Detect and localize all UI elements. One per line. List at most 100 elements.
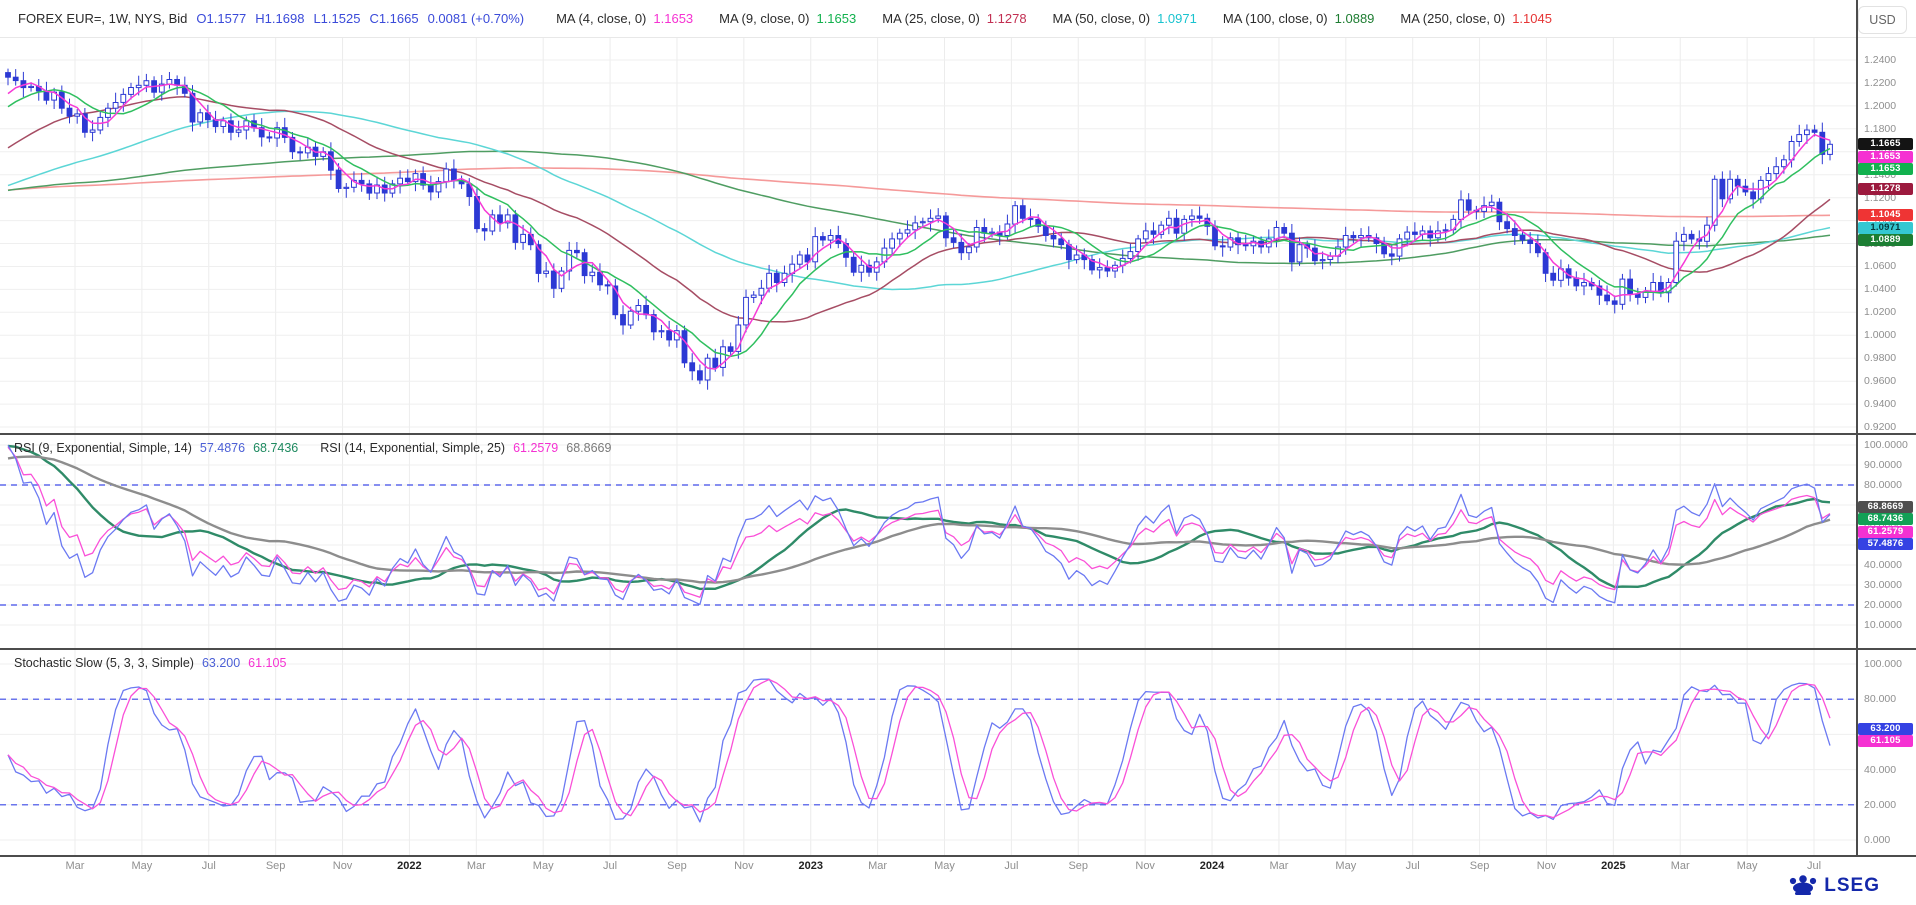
candle-body (267, 137, 272, 138)
candle-body (1128, 252, 1133, 259)
quote-close: C1.1665 (369, 11, 418, 26)
price-tag: 63.200 (1858, 723, 1913, 735)
price-tag: 1.0971 (1858, 222, 1913, 234)
candle-body (428, 185, 433, 192)
candle-body (1174, 218, 1179, 233)
candle-body (744, 297, 749, 325)
time-axis-label: Jul (1792, 860, 1836, 872)
ma-legend-item[interactable]: MA (50, close, 0) 1.0971 (1053, 11, 1206, 26)
ma-legend-value: 1.0971 (1157, 11, 1197, 26)
ma-legend-item[interactable]: MA (9, close, 0)1.1653 (719, 11, 865, 26)
ma-legend: MA (4, close, 0)1.1653 MA (9, close, 0)1.… (556, 11, 1578, 26)
candle-body (1343, 236, 1348, 248)
chart-window: FOREX EUR=, 1W, NYS, Bid O1.1577 H1.1698… (0, 0, 1916, 905)
price-axis-column[interactable]: 1.24001.22001.20001.18001.16001.14001.12… (1858, 0, 1916, 855)
candle-body (1720, 179, 1725, 199)
price-pane-canvas[interactable] (0, 38, 1856, 433)
rsi-legend[interactable]: RSI (9, Exponential, Simple, 14)57.48766… (14, 441, 633, 455)
ma-legend-value: 1.1045 (1512, 11, 1552, 26)
candle-body (1551, 273, 1556, 280)
time-axis-label: 2025 (1591, 860, 1635, 872)
candle-body (1243, 245, 1248, 246)
candle-body (967, 247, 972, 253)
candle-body (928, 218, 933, 221)
time-axis-label: 2023 (789, 860, 833, 872)
time-axis-label: Mar (454, 860, 498, 872)
candle-body (1489, 202, 1494, 205)
time-axis-label: Nov (321, 860, 365, 872)
candle-body (75, 114, 80, 116)
instrument-title[interactable]: FOREX EUR=, 1W, NYS, Bid (18, 11, 187, 26)
price-tag: 61.105 (1858, 735, 1913, 747)
candle-body (129, 88, 134, 95)
candle-body (636, 306, 641, 312)
ma-legend-item[interactable]: MA (4, close, 0)1.1653 (556, 11, 702, 26)
candle-body (1443, 230, 1448, 231)
ma-legend-item[interactable]: MA (100, close, 0)1.0889 (1223, 11, 1384, 26)
lseg-logo: LSEG (1788, 874, 1880, 898)
candle-body (1151, 231, 1156, 234)
candle-body (336, 170, 341, 188)
candle-body (1605, 295, 1610, 301)
candle-body (1512, 229, 1517, 236)
candle-body (1143, 231, 1148, 239)
candle-body (298, 152, 303, 153)
axis-tick-label: 1.0400 (1864, 283, 1896, 295)
indicator-legend-value: 61.2579 (513, 441, 558, 455)
candle-body (1582, 283, 1587, 286)
candle-body (1051, 236, 1056, 239)
price-tag: 61.2579 (1858, 526, 1913, 538)
stochastic-pane-canvas[interactable] (0, 650, 1856, 855)
candle-body (1067, 245, 1072, 260)
candle-body (628, 311, 633, 325)
indicator-legend-value: 68.7436 (253, 441, 298, 455)
axis-tick-label: 80.000 (1864, 693, 1896, 705)
stochastic-legend[interactable]: Stochastic Slow (5, 3, 3, Simple)63.2006… (14, 656, 308, 670)
axis-tick-label: 1.2000 (1864, 100, 1896, 112)
axis-tick-label: 90.0000 (1864, 459, 1902, 471)
quote-high: H1.1698 (255, 11, 304, 26)
time-axis-label: Nov (1123, 860, 1167, 872)
rsi-pane-canvas[interactable] (0, 435, 1856, 648)
candle-body (1190, 216, 1195, 219)
axis-tick-label: 80.0000 (1864, 479, 1902, 491)
candle-body (1466, 200, 1471, 210)
candle-body (1020, 206, 1025, 219)
ma-legend-value: 1.1278 (987, 11, 1027, 26)
ma-legend-item[interactable]: MA (25, close, 0)1.1278 (882, 11, 1035, 26)
ma-9-line (8, 87, 1830, 357)
candle-body (1167, 218, 1172, 225)
candle-body (1612, 301, 1617, 304)
candle-body (1013, 206, 1018, 224)
candle-body (944, 216, 949, 238)
candle-body (44, 91, 49, 100)
ma-legend-label: MA (100, close, 0) (1223, 11, 1328, 26)
ma-legend-label: MA (50, close, 0) (1053, 11, 1151, 26)
candle-body (713, 358, 718, 367)
candle-body (644, 306, 649, 315)
axis-tick-label: 1.0200 (1864, 306, 1896, 318)
candle-body (667, 331, 672, 340)
candle-body (605, 285, 610, 286)
rsi-line (8, 446, 1830, 589)
time-axis[interactable]: MarMayJulSepNov2022MarMayJulSepNov2023Ma… (0, 857, 1856, 879)
price-tag: 68.7436 (1858, 513, 1913, 525)
time-axis-label: Mar (1257, 860, 1301, 872)
candle-body (767, 273, 772, 288)
candle-body (828, 236, 833, 241)
candle-body (1320, 260, 1325, 261)
candle-body (1405, 232, 1410, 239)
candle-body (1220, 246, 1225, 247)
candle-body (951, 238, 956, 243)
candle-body (144, 81, 149, 86)
price-tag: 1.1653 (1858, 151, 1913, 163)
candle-body (1751, 192, 1756, 199)
candle-body (621, 315, 626, 325)
candle-body (359, 180, 364, 183)
axis-tick-label: 10.0000 (1864, 619, 1902, 631)
axis-tick-label: 0.000 (1864, 834, 1890, 846)
candle-body (890, 239, 895, 248)
axis-tick-label: 1.0000 (1864, 329, 1896, 341)
ma-legend-item[interactable]: MA (250, close, 0)1.1045 (1400, 11, 1561, 26)
axis-tick-label: 20.0000 (1864, 599, 1902, 611)
